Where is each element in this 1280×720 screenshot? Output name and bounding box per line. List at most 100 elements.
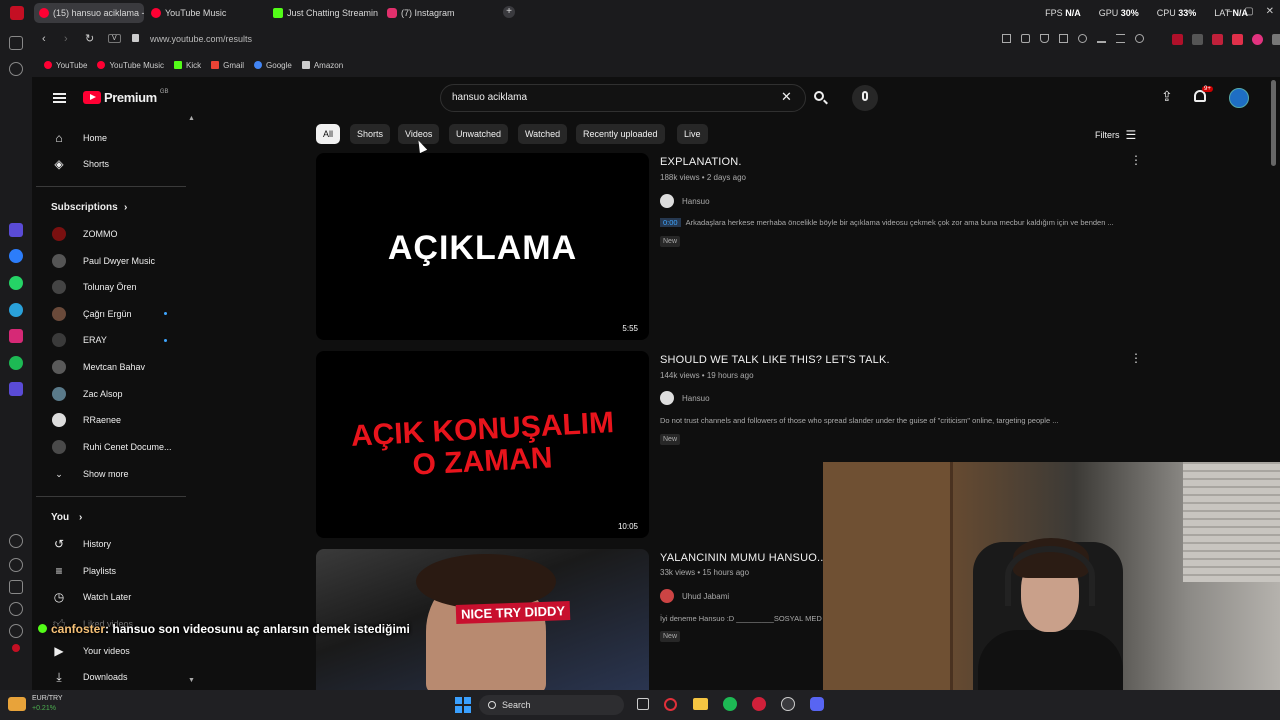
video-channel[interactable]: Hansuo (660, 391, 710, 405)
back-arrow-icon[interactable]: ‹ (42, 33, 46, 45)
close-window-icon[interactable]: ✕ (1266, 6, 1274, 17)
file-explorer-icon[interactable] (693, 698, 708, 710)
video-title[interactable]: EXPLANATION. (660, 156, 742, 168)
browser-logo-icon[interactable] (10, 6, 24, 20)
bookmark-google[interactable]: Google (254, 61, 292, 70)
vpn-badge[interactable]: V (108, 34, 121, 43)
subscription-item[interactable]: Zac Alsop (36, 381, 186, 407)
weather-widget[interactable]: EUR/TRY +0.21% (8, 694, 63, 714)
subscription-item[interactable]: Tolunay Ören (36, 274, 186, 300)
record-app-icon[interactable] (752, 697, 766, 711)
tab-youtube-search[interactable]: (15) hansuo aciklama - Yo (34, 3, 144, 23)
ext-pink-icon[interactable] (1232, 34, 1243, 45)
more-options-icon[interactable]: ⋮ (1130, 351, 1142, 365)
video-title[interactable]: YALANCININ MUMU HANSUO... (660, 552, 827, 564)
nav-playlists[interactable]: ≡ Playlists (36, 558, 186, 584)
bookmark-youtube[interactable]: YouTube (44, 61, 87, 70)
ext-puzzle-icon[interactable] (1272, 34, 1280, 45)
reload-icon[interactable]: ↻ (85, 32, 94, 45)
ext-grey-icon[interactable] (1192, 34, 1203, 45)
video-thumbnail[interactable]: AÇIKLAMA 5:55 (316, 153, 649, 340)
bookmark-youtube-music[interactable]: YouTube Music (97, 61, 164, 70)
scroll-up-arrow-icon[interactable]: ▲ (188, 115, 195, 122)
whatsapp-icon[interactable] (9, 276, 23, 290)
download-icon[interactable] (1097, 34, 1106, 43)
account-avatar[interactable] (1229, 88, 1249, 108)
voice-search-button[interactable] (852, 85, 878, 111)
messenger-icon[interactable] (9, 249, 23, 263)
bookmark-gmail[interactable]: Gmail (211, 61, 244, 70)
video-thumbnail[interactable]: AÇIK KONUŞALIM O ZAMAN 10:05 (316, 351, 649, 538)
subscription-item[interactable]: Mevtcan Bahav (36, 354, 186, 380)
chip-watched[interactable]: Watched (518, 124, 568, 144)
telegram-icon[interactable] (9, 303, 23, 317)
user-icon[interactable] (1135, 34, 1144, 43)
chip-live[interactable]: Live (677, 124, 708, 144)
spotify-taskbar-icon[interactable] (723, 697, 737, 711)
extension-icon[interactable] (12, 644, 20, 652)
heart-icon[interactable] (9, 534, 23, 548)
maximize-icon[interactable]: ▢ (1244, 6, 1253, 17)
hamburger-menu-icon[interactable] (53, 93, 66, 103)
nav-watch-later[interactable]: ◷ Watch Later (36, 584, 186, 610)
clear-search-icon[interactable]: ✕ (781, 89, 792, 105)
camera-icon[interactable] (1021, 34, 1030, 43)
chip-recently-uploaded[interactable]: Recently uploaded (576, 124, 665, 144)
scroll-down-arrow-icon[interactable]: ▼ (188, 677, 195, 684)
video-channel[interactable]: Uhud Jabami (660, 589, 729, 603)
nav-downloads[interactable]: ⤓ Downloads (36, 664, 186, 690)
player-icon[interactable] (9, 382, 23, 396)
notifications-button[interactable]: 9+ (1192, 86, 1213, 106)
new-tab-button[interactable]: + (503, 6, 515, 18)
video-channel[interactable]: Hansuo (660, 194, 710, 208)
search-button[interactable] (806, 84, 834, 112)
tab-kick[interactable]: Just Chatting Streaming - (268, 3, 378, 23)
star-icon[interactable] (9, 62, 23, 76)
ext-record-icon[interactable] (1212, 34, 1223, 45)
chip-all[interactable]: All (316, 124, 341, 144)
chip-unwatched[interactable]: Unwatched (449, 124, 509, 144)
youtube-logo[interactable]: Premium GB (83, 89, 169, 105)
nav-your-videos[interactable]: ▶ Your videos (36, 638, 186, 664)
task-view-icon[interactable] (637, 698, 649, 710)
subscription-item[interactable]: Çağrı Ergün (36, 301, 186, 327)
show-more-button[interactable]: ⌄ Show more (36, 461, 186, 487)
bookmark-kick[interactable]: Kick (174, 61, 201, 70)
aria-icon[interactable] (9, 223, 23, 237)
subscription-item[interactable]: RRaenee (36, 407, 186, 433)
heart-outline-icon[interactable] (1078, 34, 1087, 43)
timestamp-chip[interactable]: 0:00 (660, 218, 681, 227)
address-url[interactable]: www.youtube.com/results (150, 34, 252, 44)
settings-gear-icon[interactable] (9, 602, 23, 616)
lock-icon[interactable] (132, 34, 139, 42)
clock-icon[interactable] (9, 558, 23, 572)
tab-youtube-music[interactable]: YouTube Music (146, 3, 256, 23)
bookmark-amazon[interactable]: Amazon (301, 61, 343, 70)
upload-icon[interactable]: ⇪ (1161, 88, 1173, 105)
opera-gx-icon[interactable] (664, 698, 677, 711)
ext-avatar-icon[interactable] (1252, 34, 1263, 45)
subscription-item[interactable]: Paul Dwyer Music (36, 248, 186, 274)
menu-lines-icon[interactable] (1116, 34, 1125, 43)
discord-icon[interactable] (810, 697, 824, 711)
play-icon[interactable] (1059, 34, 1068, 43)
subscription-item[interactable]: ZOMMO (36, 221, 186, 247)
minimize-icon[interactable]: – (1227, 6, 1233, 17)
nav-you-heading[interactable]: You › (36, 504, 186, 530)
steam-icon[interactable] (781, 697, 795, 711)
subscription-item[interactable]: Ruhi Cenet Docume... (36, 434, 186, 460)
home-icon[interactable] (9, 36, 23, 50)
windows-start-icon[interactable] (455, 697, 471, 713)
subscription-item[interactable]: ERAY (36, 327, 186, 353)
video-thumbnail[interactable]: NICE TRY DIDDY (316, 549, 649, 690)
chip-shorts[interactable]: Shorts (350, 124, 391, 144)
nav-subscriptions-heading[interactable]: Subscriptions › (36, 194, 186, 220)
tab-instagram[interactable]: (7) Instagram (382, 3, 492, 23)
cube-icon[interactable] (9, 580, 23, 594)
nav-home[interactable]: ⌂ Home (36, 125, 186, 151)
search-query[interactable]: hansuo aciklama (452, 92, 527, 103)
lightbulb-icon[interactable] (9, 624, 23, 638)
edit-icon[interactable] (1002, 34, 1011, 43)
more-options-icon[interactable]: ⋮ (1130, 153, 1142, 167)
instagram-icon[interactable] (9, 329, 23, 343)
